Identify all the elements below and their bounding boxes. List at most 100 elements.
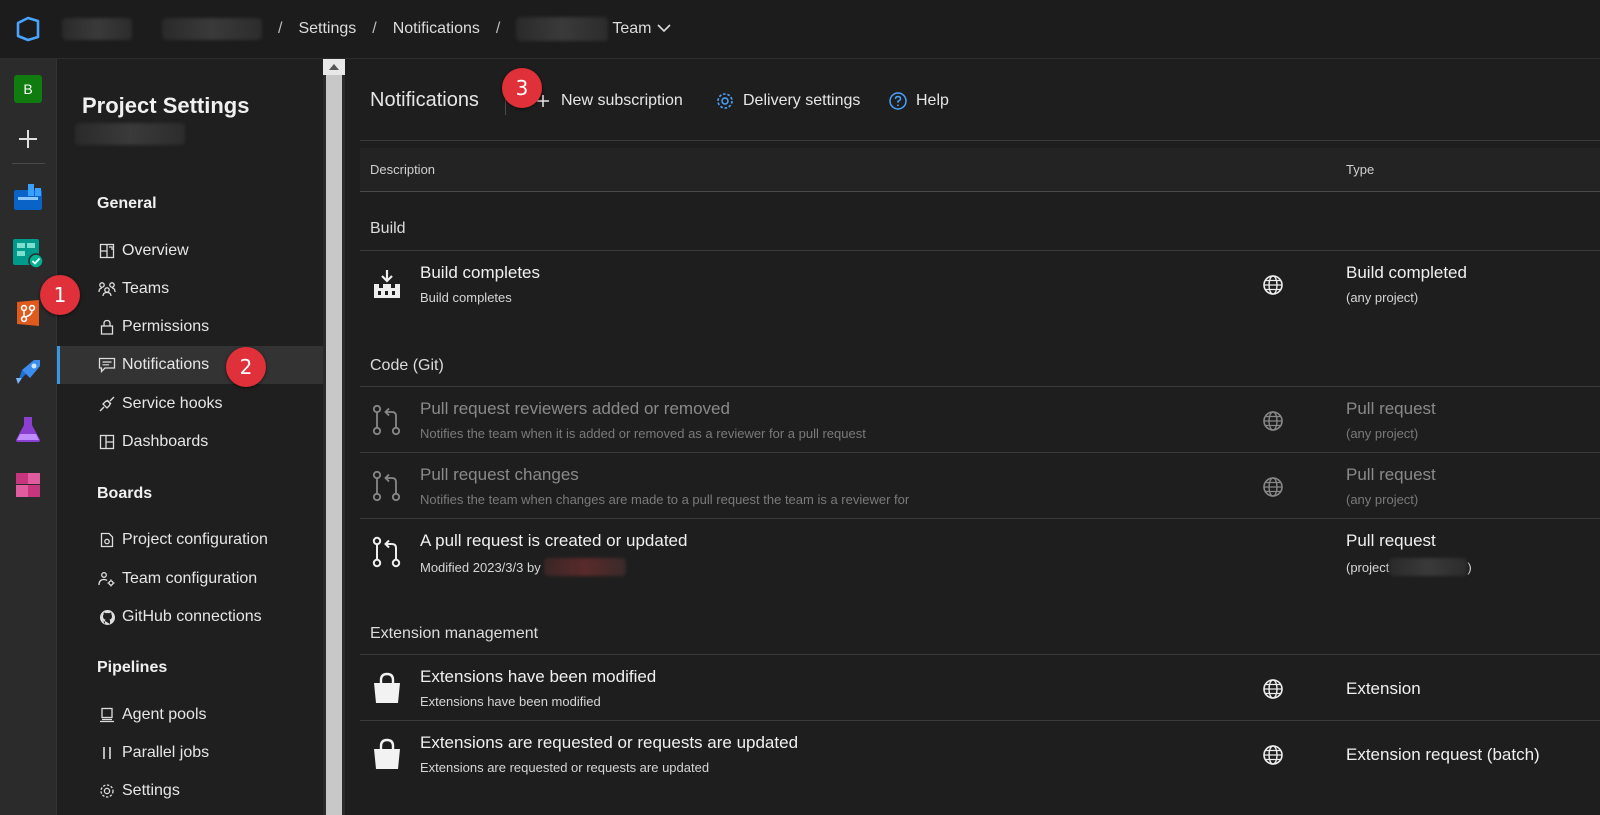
main-content: Notifications New subscription Delivery … xyxy=(345,59,1600,815)
row-type: Pull request xyxy=(1346,399,1436,418)
sidebar-item-label: Team configuration xyxy=(122,570,258,587)
pull-request-icon xyxy=(370,403,404,437)
artifacts-app-icon[interactable] xyxy=(12,469,44,501)
subscription-row-extensions-requested[interactable]: Extensions are requested or requests are… xyxy=(360,721,1600,787)
sidebar-item-notifications[interactable]: Notifications xyxy=(57,346,323,384)
breadcrumb-notifications[interactable]: Notifications xyxy=(393,20,480,38)
group-title-code-git[interactable]: Code (Git) xyxy=(370,357,444,375)
subscription-row-extensions-modified[interactable]: Extensions have been modified Extensions… xyxy=(360,655,1600,721)
lock-icon xyxy=(97,317,117,337)
azure-devops-logo-icon[interactable] xyxy=(0,0,56,59)
pull-request-icon xyxy=(370,469,404,503)
group-title-extension-management[interactable]: Extension management xyxy=(370,625,538,643)
gear-icon xyxy=(97,781,117,801)
subscription-row-pr-changes[interactable]: Pull request changes Notifies the team w… xyxy=(360,453,1600,519)
annotation-badge-3: 3 xyxy=(502,68,542,108)
agent-icon xyxy=(97,705,117,725)
breadcrumb-team[interactable]: Team xyxy=(612,20,651,38)
pull-request-icon xyxy=(370,535,404,569)
row-title: Pull request changes xyxy=(420,465,579,484)
sidebar-item-label: Settings xyxy=(122,782,180,799)
project-avatar[interactable]: B xyxy=(12,73,44,105)
row-type: Pull request xyxy=(1346,465,1436,484)
row-subtitle: Notifies the team when it is added or re… xyxy=(420,426,866,441)
row-type-scope: (project xyxy=(1346,559,1390,575)
annotation-badge-2: 2 xyxy=(226,347,266,387)
pipelines-app-icon[interactable] xyxy=(12,356,44,388)
config-icon xyxy=(97,530,117,550)
sidebar-item-teams[interactable]: Teams xyxy=(57,270,323,308)
comment-icon xyxy=(97,355,117,375)
sidebar-item-github-connections[interactable]: GitHub connections xyxy=(57,598,323,636)
help-label: Help xyxy=(916,92,949,109)
row-type-scope-container: (project ) xyxy=(1346,558,1472,576)
subscription-row-build-completes[interactable]: Build completes Build completes Build co… xyxy=(360,251,1600,317)
column-header-description[interactable]: Description xyxy=(370,162,435,177)
overview-icon xyxy=(97,241,117,261)
row-title: Pull request reviewers added or removed xyxy=(420,399,730,418)
globe-icon xyxy=(1262,678,1284,700)
sidebar-item-dashboards[interactable]: Dashboards xyxy=(57,423,323,461)
row-subtitle: Build completes xyxy=(420,290,512,305)
sidebar-title: Project Settings xyxy=(82,93,250,118)
team-config-icon xyxy=(97,569,117,589)
shopping-bag-icon xyxy=(370,737,404,771)
sidebar-scrollbar[interactable] xyxy=(323,59,345,815)
overview-app-icon[interactable] xyxy=(12,181,44,213)
globe-icon xyxy=(1262,274,1284,296)
row-type-scope: (any project) xyxy=(1346,492,1419,507)
row-title: Build completes xyxy=(420,263,541,282)
plus-icon[interactable] xyxy=(12,123,44,155)
sidebar-item-permissions[interactable]: Permissions xyxy=(57,308,323,346)
chevron-down-icon[interactable] xyxy=(657,20,672,38)
sidebar-item-label: Dashboards xyxy=(122,433,209,450)
row-subtitle: Extensions have been modified xyxy=(420,694,601,709)
annotation-badge-1: 1 xyxy=(40,275,80,315)
header-separator xyxy=(360,140,1600,141)
sidebar-item-label: Permissions xyxy=(122,318,210,335)
author-name-redacted xyxy=(543,558,626,576)
group-title-build[interactable]: Build xyxy=(370,220,406,238)
sidebar-item-project-configuration[interactable]: Project configuration xyxy=(57,521,323,559)
page-title: Notifications xyxy=(370,89,479,111)
sidebar-item-overview[interactable]: Overview xyxy=(57,232,323,270)
plug-icon xyxy=(97,394,117,414)
sidebar-item-label: GitHub connections xyxy=(122,608,262,625)
help-icon xyxy=(888,91,908,111)
sidebar-item-label: Agent pools xyxy=(122,706,207,723)
delivery-settings-button[interactable]: Delivery settings xyxy=(715,89,860,113)
sidebar-item-agent-pools[interactable]: Agent pools xyxy=(57,696,323,734)
new-subscription-label: New subscription xyxy=(561,92,683,109)
sidebar-item-team-configuration[interactable]: Team configuration xyxy=(57,560,323,598)
row-subtitle: Modified 2023/3/3 by xyxy=(420,559,541,575)
sidebar-item-label: Teams xyxy=(122,280,170,297)
subscription-row-pr-created[interactable]: A pull request is created or updated Mod… xyxy=(360,519,1600,585)
breadcrumb-settings[interactable]: Settings xyxy=(298,20,356,38)
sidebar-item-settings[interactable]: Settings xyxy=(57,772,323,810)
globe-icon xyxy=(1262,476,1284,498)
section-pipelines: Pipelines xyxy=(97,659,168,676)
table-header-separator xyxy=(360,191,1600,192)
rail-divider xyxy=(12,163,45,164)
help-button[interactable]: Help xyxy=(888,89,949,113)
teams-icon xyxy=(97,279,117,299)
team-name-redacted[interactable] xyxy=(516,17,609,41)
column-header-type[interactable]: Type xyxy=(1346,162,1374,177)
boards-app-icon[interactable] xyxy=(12,237,44,269)
new-subscription-button[interactable]: New subscription xyxy=(533,89,683,113)
row-type: Build completed xyxy=(1346,263,1467,282)
test-plans-app-icon[interactable] xyxy=(12,413,44,445)
project-name-redacted[interactable] xyxy=(162,18,262,40)
breadcrumb-separator: / xyxy=(278,20,283,37)
section-general: General xyxy=(97,195,157,212)
repos-app-icon[interactable] xyxy=(12,297,44,329)
delivery-settings-label: Delivery settings xyxy=(743,92,861,109)
sidebar-item-service-hooks[interactable]: Service hooks xyxy=(57,385,323,423)
subscription-row-pr-reviewers[interactable]: Pull request reviewers added or removed … xyxy=(360,387,1600,453)
scroll-up-arrow-icon[interactable] xyxy=(323,59,345,75)
org-name-redacted[interactable] xyxy=(62,18,132,40)
scroll-thumb[interactable] xyxy=(326,75,342,815)
breadcrumb-separator: / xyxy=(372,20,377,37)
sidebar-item-parallel-jobs[interactable]: Parallel jobs xyxy=(57,734,323,772)
sidebar-item-label: Project configuration xyxy=(122,531,268,548)
